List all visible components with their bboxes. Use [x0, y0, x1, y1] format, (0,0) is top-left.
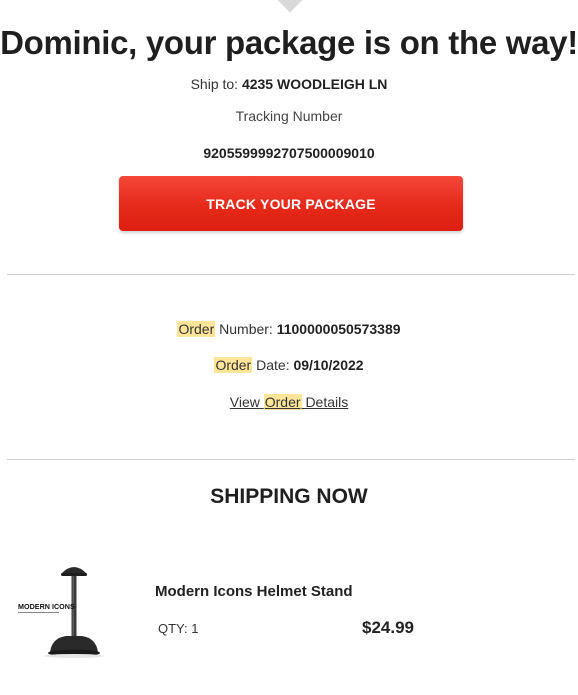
order-date-line: Order Date: 09/10/2022	[0, 357, 578, 373]
view-prefix: View	[229, 394, 260, 410]
product-price: $24.99	[362, 618, 414, 637]
ship-to-address: 4235 WOODLEIGH LN	[241, 76, 388, 92]
view-order-details-link[interactable]: View Order Details	[230, 394, 348, 410]
ship-to-line: Ship to: 4235 WOODLEIGH LN	[0, 76, 578, 92]
divider	[7, 459, 575, 460]
headline: Dominic, your package is on the way!	[0, 24, 578, 61]
view-suffix: Details	[305, 394, 349, 410]
order-number-value: 1100000050573389	[276, 321, 401, 337]
product-name[interactable]: Modern Icons Helmet Stand	[155, 583, 353, 600]
order-highlight: Order	[263, 394, 302, 410]
order-number-label: Number:	[219, 321, 273, 337]
order-date-value: 09/10/2022	[293, 357, 364, 373]
divider	[7, 274, 575, 275]
product-brand-text: MODERN ICONS	[18, 602, 75, 611]
shipping-now-title: SHIPPING NOW	[210, 485, 368, 508]
track-package-button[interactable]: TRACK YOUR PACKAGE	[119, 176, 463, 231]
ship-to-label: Ship to:	[190, 76, 239, 92]
order-date-label: Date:	[256, 357, 290, 373]
top-chevron-icon	[274, 0, 306, 13]
product-image[interactable]: MODERN ICONS	[14, 558, 124, 662]
view-order-details-line: View Order Details	[0, 394, 578, 410]
order-highlight: Order	[214, 357, 253, 373]
product-quantity: QTY: 1	[158, 621, 199, 636]
tracking-number-label: Tracking Number	[235, 108, 343, 124]
tracking-number: 9205599992707500009010	[203, 145, 375, 161]
order-highlight: Order	[177, 321, 216, 337]
order-number-line: Order Number: 1100000050573389	[0, 321, 578, 337]
